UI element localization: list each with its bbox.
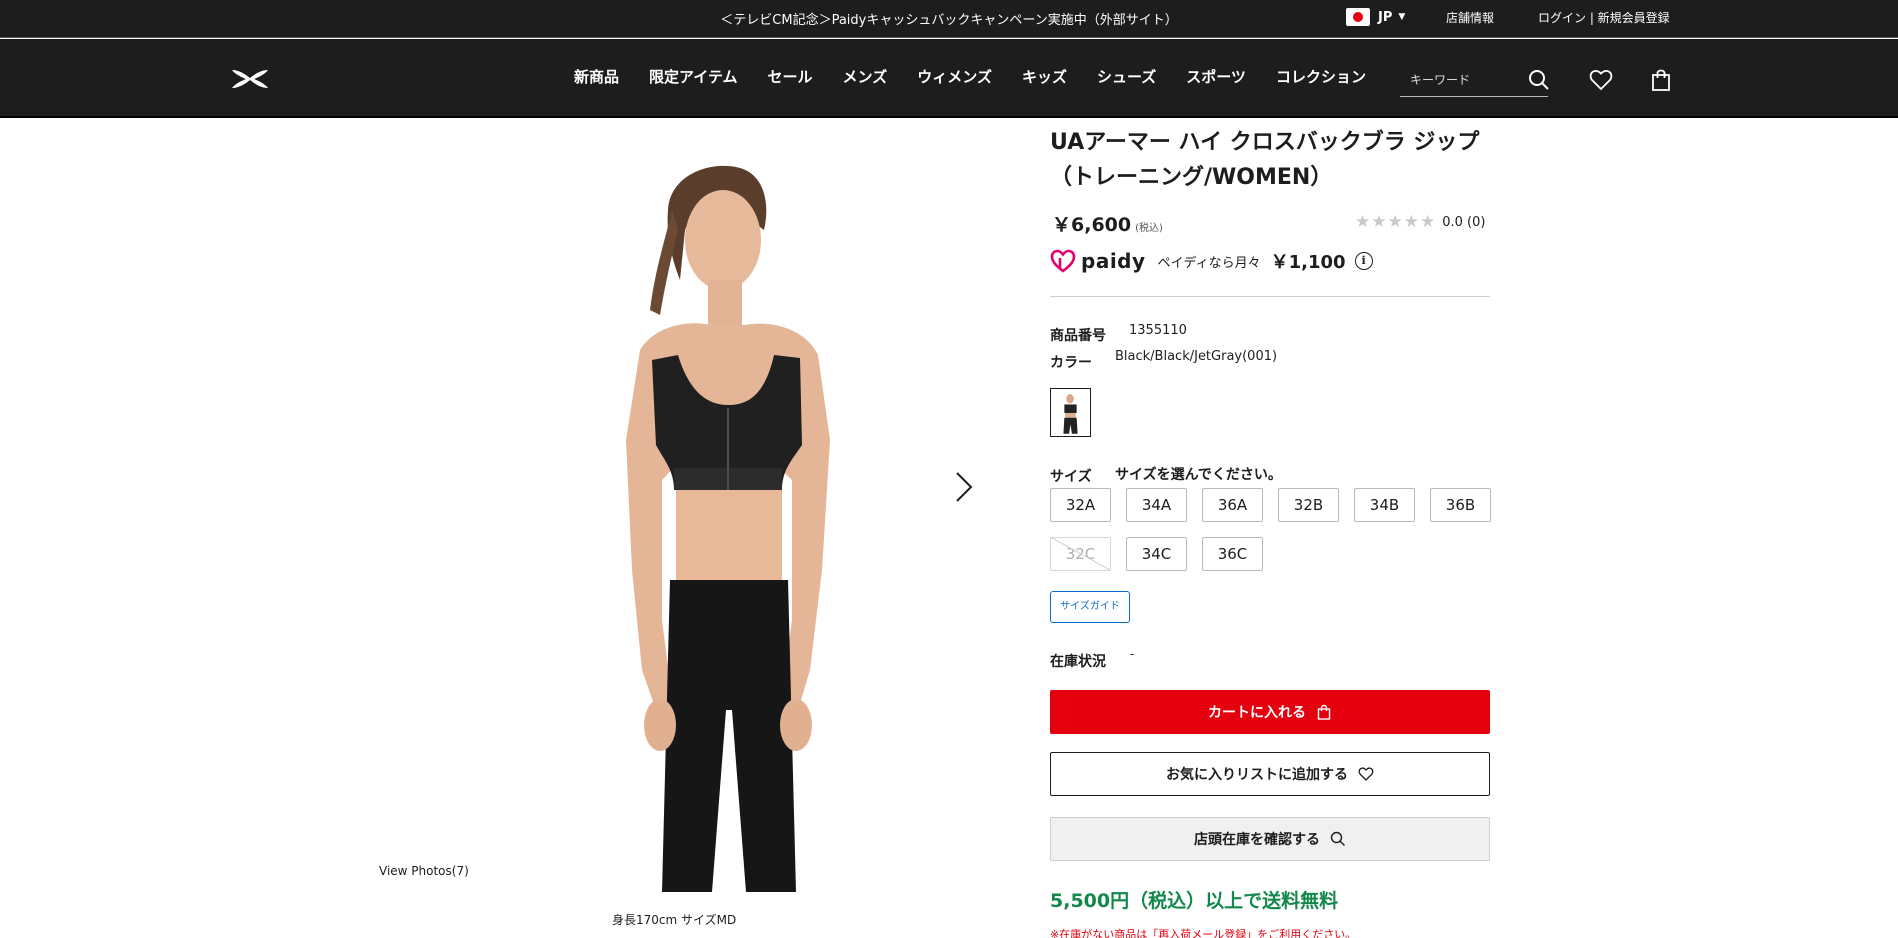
check-store-stock-button[interactable]: 店頭在庫を確認する — [1050, 817, 1490, 861]
nav-womens[interactable]: ウィメンズ — [917, 66, 992, 87]
heart-icon[interactable] — [1589, 68, 1613, 92]
size-option-32b[interactable]: 32B — [1278, 488, 1339, 522]
search-icon[interactable] — [1528, 69, 1550, 91]
size-guide-button[interactable]: サイズガイド — [1050, 591, 1130, 623]
size-option-36b[interactable]: 36B — [1430, 488, 1491, 522]
star-icon: ★ — [1371, 212, 1387, 232]
announcement-bar: ＜テレビCM記念＞Paidyキャッシュバックキャンペーン実施中（外部サイト） J… — [0, 0, 1898, 38]
stock-value: - — [1130, 647, 1135, 661]
size-option-34a[interactable]: 34A — [1126, 488, 1187, 522]
nav-sports[interactable]: スポーツ — [1186, 66, 1246, 87]
view-photos-link[interactable]: View Photos(7) — [379, 864, 469, 878]
size-option-34c[interactable]: 34C — [1126, 537, 1187, 571]
info-icon[interactable]: i — [1354, 252, 1373, 270]
nav-collection[interactable]: コレクション — [1276, 66, 1366, 87]
size-option-36a[interactable]: 36A — [1202, 488, 1263, 522]
divider — [1050, 296, 1490, 297]
star-icon: ★ — [1420, 212, 1436, 232]
store-info-link[interactable]: 店舗情報 — [1446, 9, 1494, 26]
free-shipping-note: 5,500円（税込）以上で送料無料 — [1050, 890, 1339, 912]
product-photo[interactable] — [560, 150, 900, 892]
color-swatch[interactable] — [1050, 388, 1091, 437]
restock-notice: ※在庫がない商品は「再入荷メール登録」をご利用ください。 — [1050, 928, 1357, 938]
nav-mens[interactable]: メンズ — [843, 66, 888, 87]
product-number-label: 商品番号 — [1050, 328, 1106, 344]
paidy-brand: paidy — [1081, 249, 1146, 273]
color-value: Black/Black/JetGray(001) — [1115, 349, 1278, 364]
paidy-installment: paidy ペイディなら月々 ￥1,100 i — [1050, 248, 1373, 274]
size-prompt: サイズを選んでください。 — [1115, 467, 1282, 483]
add-to-wishlist-button[interactable]: お気に入りリストに追加する — [1050, 752, 1490, 796]
login-register-link[interactable]: ログイン | 新規会員登録 — [1538, 9, 1670, 26]
color-label: カラー — [1050, 355, 1092, 371]
heart-icon — [1358, 767, 1374, 781]
size-option-34b[interactable]: 34B — [1354, 488, 1415, 522]
size-label: サイズ — [1050, 469, 1092, 485]
star-icon: ★ — [1355, 212, 1371, 232]
search-icon — [1330, 831, 1345, 846]
bag-icon — [1317, 704, 1331, 720]
product-title: UAアーマー ハイ クロスバックブラ ジップ（トレーニング/WOMEN） — [1050, 130, 1480, 190]
chevron-right-icon[interactable] — [953, 470, 975, 504]
search-input[interactable] — [1400, 69, 1518, 91]
cart-button-label: カートに入れる — [1208, 705, 1306, 721]
nav-new-arrivals[interactable]: 新商品 — [574, 66, 619, 87]
store-stock-button-label: 店頭在庫を確認する — [1194, 832, 1320, 848]
star-icon: ★ — [1403, 212, 1419, 232]
tax-note: (税込) — [1135, 223, 1163, 234]
model-size-caption: 身長170cm サイズMD — [612, 913, 737, 927]
size-option-32c[interactable]: 32C — [1050, 537, 1111, 571]
nav-kids[interactable]: キッズ — [1022, 66, 1067, 87]
nav-sale[interactable]: セール — [768, 66, 813, 87]
size-option-32a[interactable]: 32A — [1050, 488, 1111, 522]
paidy-logo-icon — [1050, 249, 1076, 273]
product-number: 1355110 — [1129, 323, 1187, 338]
product-price: ￥6,600 (税込) — [1052, 210, 1163, 237]
rating[interactable]: ★ ★ ★ ★ ★ 0.0 (0) — [1355, 212, 1485, 232]
under-armour-logo[interactable] — [229, 66, 271, 92]
size-option-36c[interactable]: 36C — [1202, 537, 1263, 571]
price-value: ￥6,600 — [1052, 214, 1132, 236]
nav-limited-items[interactable]: 限定アイテム — [649, 66, 738, 87]
caret-down-icon: ▼ — [1398, 12, 1406, 22]
paidy-amount: ￥1,100 — [1270, 252, 1346, 273]
rating-count: 0.0 (0) — [1442, 214, 1486, 230]
add-to-cart-button[interactable]: カートに入れる — [1050, 690, 1490, 734]
country-selector[interactable]: JP ▼ — [1346, 8, 1405, 26]
japan-flag-icon — [1346, 8, 1370, 26]
stock-label: 在庫状況 — [1050, 654, 1106, 670]
main-header: 新商品 限定アイテム セール メンズ ウィメンズ キッズ シューズ スポーツ コ… — [0, 39, 1898, 118]
nav-shoes[interactable]: シューズ — [1097, 66, 1156, 87]
bag-icon[interactable] — [1649, 68, 1673, 92]
main-nav: 新商品 限定アイテム セール メンズ ウィメンズ キッズ シューズ スポーツ コ… — [574, 66, 1396, 87]
star-icon: ★ — [1387, 212, 1403, 232]
country-code: JP — [1378, 9, 1393, 25]
paidy-text: ペイディなら月々 — [1157, 255, 1261, 271]
search-box — [1400, 63, 1550, 97]
wishlist-button-label: お気に入りリストに追加する — [1166, 767, 1348, 783]
